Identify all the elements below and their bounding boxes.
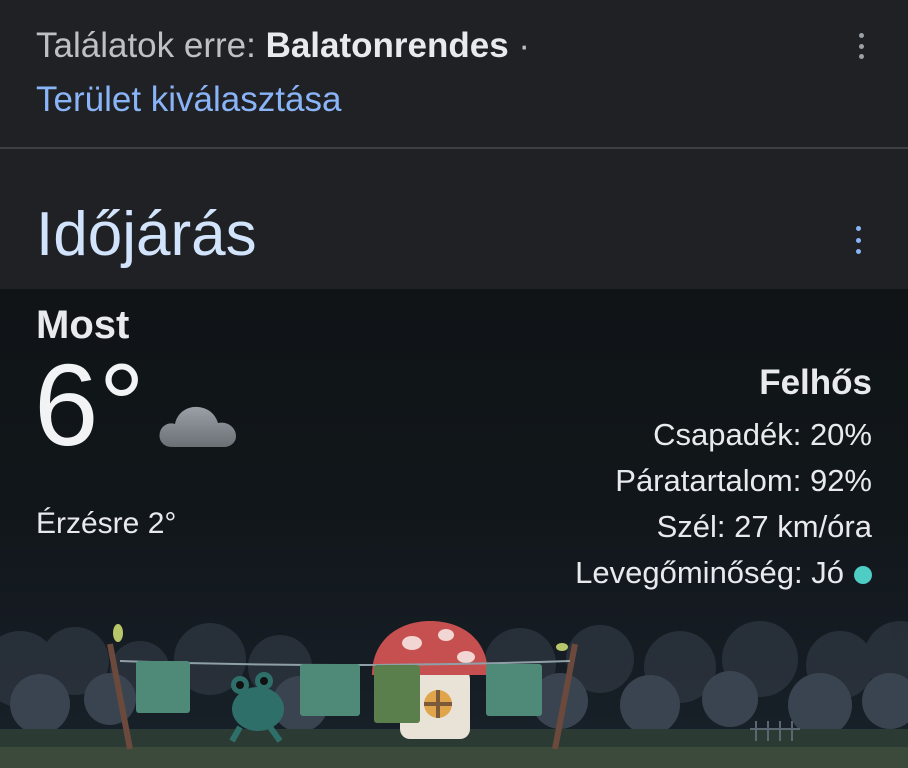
weather-illustration: [0, 621, 908, 768]
wind-text: Szél: 27 km/óra: [656, 509, 872, 544]
feels-like: Érzésre 2°: [36, 507, 177, 540]
weather-more-options-icon[interactable]: [848, 226, 868, 254]
results-for-line: Találatok erre: Balatonrendes ·: [36, 26, 530, 66]
results-place: Balatonrendes: [265, 26, 509, 65]
air-quality-dot-icon: [854, 565, 872, 584]
separator-dot: ·: [518, 26, 531, 65]
search-context-bar: Találatok erre: Balatonrendes · Terület …: [0, 0, 908, 148]
weather-title: Időjárás: [36, 200, 257, 269]
current-temperature: 6°: [34, 340, 145, 470]
more-options-icon[interactable]: [851, 33, 871, 59]
cloud-icon: [159, 406, 236, 447]
select-area-link[interactable]: Terület kiválasztása: [36, 80, 341, 120]
weather-card[interactable]: Most 6° Érzésre 2° Felhős Csapadék: 20% …: [0, 289, 908, 768]
weather-header: Időjárás: [0, 149, 908, 289]
humidity-text: Páratartalom: 92%: [615, 463, 872, 498]
air-quality-text: Levegőminőség: Jó: [575, 555, 844, 590]
weather-details: Felhős Csapadék: 20% Páratartalom: 92% S…: [575, 363, 872, 601]
precipitation-text: Csapadék: 20%: [653, 417, 872, 452]
air-quality-row[interactable]: Levegőminőség: Jó: [575, 555, 872, 601]
results-prefix: Találatok erre:: [36, 26, 256, 65]
condition-text: Felhős: [759, 363, 872, 402]
